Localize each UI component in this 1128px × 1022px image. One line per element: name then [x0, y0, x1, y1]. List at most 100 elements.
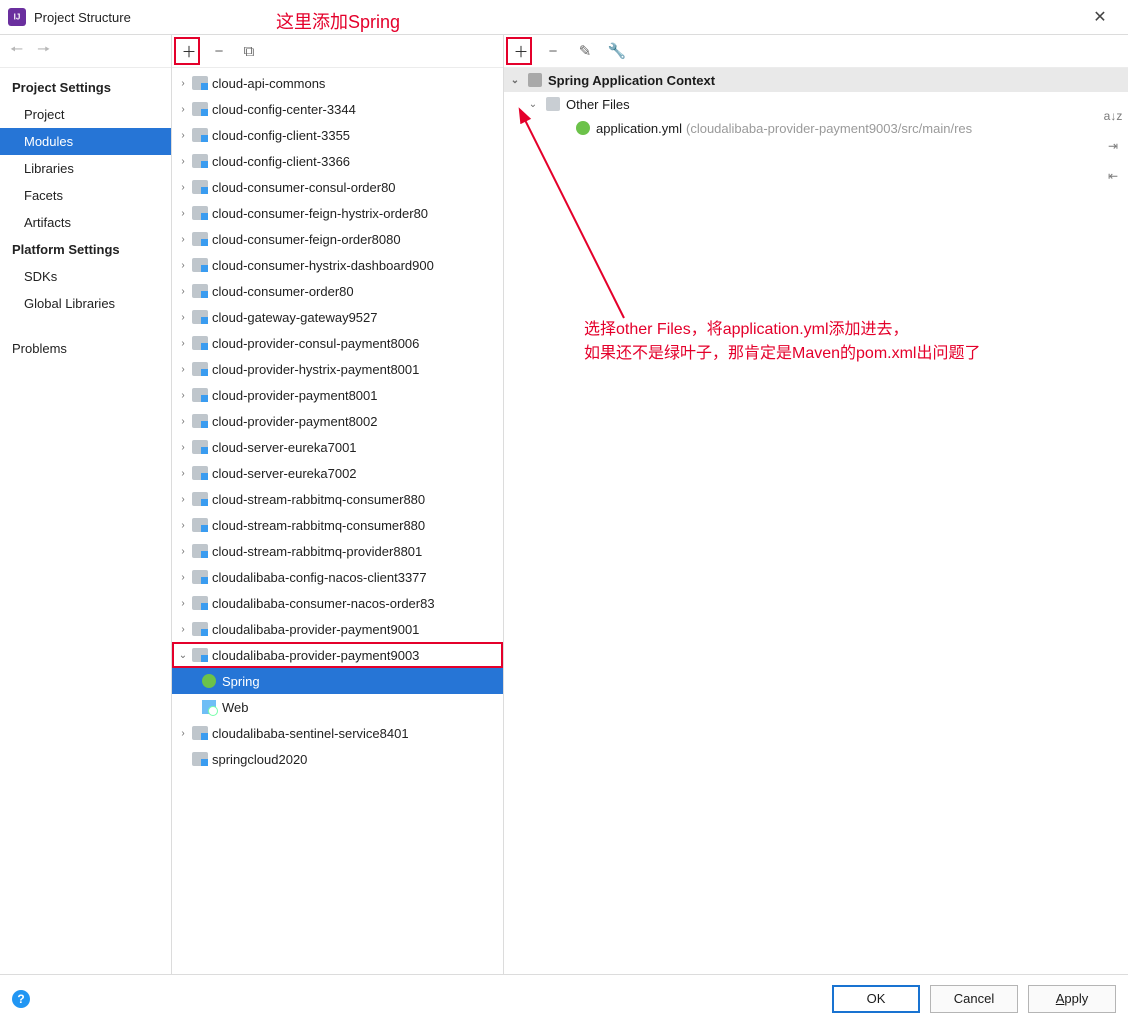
- chevron-right-icon[interactable]: ›: [176, 390, 190, 401]
- right-toolbar: ＋ − ✎ 🔧: [504, 35, 1128, 68]
- module-row[interactable]: ›cloud-config-center-3344: [172, 96, 503, 122]
- module-child-web[interactable]: Web: [172, 694, 503, 720]
- settings-icon[interactable]: 🔧: [606, 40, 628, 62]
- remove-context-button[interactable]: −: [542, 40, 564, 62]
- chevron-right-icon[interactable]: ›: [176, 156, 190, 167]
- files-icon: [546, 97, 560, 111]
- chevron-down-icon[interactable]: ⌄: [526, 99, 540, 110]
- sidebar-item-libraries[interactable]: Libraries: [0, 155, 171, 182]
- module-row[interactable]: ›cloud-server-eureka7002: [172, 460, 503, 486]
- chevron-right-icon[interactable]: ›: [176, 520, 190, 531]
- collapse-icon[interactable]: ⇥: [1104, 138, 1122, 154]
- chevron-right-icon[interactable]: ›: [176, 208, 190, 219]
- chevron-right-icon[interactable]: ›: [176, 338, 190, 349]
- sidebar-item-global-libraries[interactable]: Global Libraries: [0, 290, 171, 317]
- chevron-right-icon[interactable]: ›: [176, 598, 190, 609]
- module-folder-icon: [192, 362, 208, 376]
- ok-button[interactable]: OK: [832, 985, 920, 1013]
- chevron-right-icon[interactable]: ›: [176, 728, 190, 739]
- chevron-right-icon[interactable]: ›: [176, 234, 190, 245]
- apply-button[interactable]: Apply: [1028, 985, 1116, 1013]
- sidebar-item-project[interactable]: Project: [0, 101, 171, 128]
- module-row[interactable]: › cloudalibaba-config-nacos-client3377: [172, 564, 503, 590]
- module-row[interactable]: ›cloud-consumer-order80: [172, 278, 503, 304]
- file-row[interactable]: application.yml (cloudalibaba-provider-p…: [504, 116, 1128, 140]
- sidebar-item-modules[interactable]: Modules: [0, 128, 171, 155]
- sidebar-item-artifacts[interactable]: Artifacts: [0, 209, 171, 236]
- chevron-down-icon[interactable]: ⌄: [176, 650, 190, 661]
- module-row[interactable]: ›cloud-stream-rabbitmq-provider8801: [172, 538, 503, 564]
- chevron-down-icon[interactable]: ⌄: [508, 75, 522, 86]
- expand-icon[interactable]: ⇤: [1104, 168, 1122, 184]
- back-icon[interactable]: 🠔: [10, 39, 23, 64]
- other-files-row[interactable]: ⌄ Other Files: [504, 92, 1128, 116]
- chevron-right-icon[interactable]: ›: [176, 416, 190, 427]
- module-folder-icon: [192, 570, 208, 584]
- chevron-right-icon[interactable]: ›: [176, 468, 190, 479]
- chevron-right-icon[interactable]: ›: [176, 182, 190, 193]
- module-label: cloud-stream-rabbitmq-consumer880: [212, 518, 425, 533]
- chevron-right-icon[interactable]: ›: [176, 130, 190, 141]
- module-row[interactable]: ›cloud-gateway-gateway9527: [172, 304, 503, 330]
- chevron-right-icon[interactable]: ›: [176, 572, 190, 583]
- module-row[interactable]: ›cloud-consumer-feign-order8080: [172, 226, 503, 252]
- module-row[interactable]: › cloud-stream-rabbitmq-consumer880: [172, 486, 503, 512]
- module-row[interactable]: ›cloud-api-commons: [172, 70, 503, 96]
- module-row[interactable]: ›cloudalibaba-sentinel-service8401: [172, 720, 503, 746]
- chevron-right-icon[interactable]: ›: [176, 624, 190, 635]
- module-folder-icon: [192, 284, 208, 298]
- module-folder-icon: [192, 544, 208, 558]
- module-label: Web: [222, 700, 249, 715]
- module-label: cloudalibaba-config-nacos-client3377: [212, 570, 427, 585]
- left-sidebar: 🠔 🠖 Project Settings Project Modules Lib…: [0, 35, 172, 974]
- context-header[interactable]: ⌄ Spring Application Context: [504, 68, 1128, 92]
- chevron-right-icon[interactable]: ›: [176, 442, 190, 453]
- add-context-button[interactable]: ＋: [510, 40, 532, 62]
- module-folder-icon: [192, 154, 208, 168]
- add-module-button[interactable]: ＋: [178, 40, 200, 62]
- edit-context-button[interactable]: ✎: [574, 40, 596, 62]
- chevron-right-icon[interactable]: ›: [176, 312, 190, 323]
- module-row[interactable]: ›cloudalibaba-provider-payment9001: [172, 616, 503, 642]
- module-child-spring[interactable]: Spring: [172, 668, 503, 694]
- module-row[interactable]: ›cloud-config-client-3355: [172, 122, 503, 148]
- web-globe-icon: [202, 700, 216, 714]
- module-row[interactable]: ›cloudalibaba-consumer-nacos-order83: [172, 590, 503, 616]
- module-row[interactable]: ›cloud-consumer-hystrix-dashboard900: [172, 252, 503, 278]
- module-row[interactable]: › cloud-stream-rabbitmq-consumer880: [172, 512, 503, 538]
- forward-icon[interactable]: 🠖: [37, 39, 50, 64]
- module-label: cloud-provider-payment8002: [212, 414, 377, 429]
- module-row[interactable]: ›cloud-provider-payment8001: [172, 382, 503, 408]
- module-folder-icon: [192, 388, 208, 402]
- sort-az-icon[interactable]: a↓z: [1104, 108, 1122, 124]
- sidebar-item-sdks[interactable]: SDKs: [0, 263, 171, 290]
- module-row[interactable]: ›cloud-consumer-feign-hystrix-order80: [172, 200, 503, 226]
- close-button[interactable]: ✕: [1080, 7, 1120, 27]
- module-label: cloud-provider-hystrix-payment8001: [212, 362, 419, 377]
- cancel-button[interactable]: Cancel: [930, 985, 1018, 1013]
- chevron-right-icon[interactable]: ›: [176, 546, 190, 557]
- module-row[interactable]: springcloud2020: [172, 746, 503, 772]
- help-button[interactable]: ?: [12, 990, 30, 1008]
- module-folder-icon: [192, 310, 208, 324]
- module-row[interactable]: › cloud-provider-hystrix-payment8001: [172, 356, 503, 382]
- chevron-right-icon[interactable]: ›: [176, 364, 190, 375]
- copy-module-button[interactable]: ⧉: [238, 40, 260, 62]
- chevron-right-icon[interactable]: ›: [176, 286, 190, 297]
- chevron-right-icon[interactable]: ›: [176, 78, 190, 89]
- module-row[interactable]: ›cloud-server-eureka7001: [172, 434, 503, 460]
- remove-module-button[interactable]: −: [208, 40, 230, 62]
- chevron-right-icon[interactable]: ›: [176, 260, 190, 271]
- chevron-right-icon[interactable]: ›: [176, 104, 190, 115]
- module-row-expanded[interactable]: ⌄cloudalibaba-provider-payment9003: [172, 642, 503, 668]
- modules-panel: ＋ − ⧉ ›cloud-api-commons›cloud-config-ce…: [172, 35, 504, 974]
- module-row[interactable]: ›cloud-config-client-3366: [172, 148, 503, 174]
- sidebar-item-problems[interactable]: Problems: [0, 335, 171, 362]
- module-row[interactable]: › cloud-provider-payment8002: [172, 408, 503, 434]
- module-row[interactable]: ›cloud-provider-consul-payment8006: [172, 330, 503, 356]
- module-list[interactable]: ›cloud-api-commons›cloud-config-center-3…: [172, 68, 503, 974]
- module-row[interactable]: ›cloud-consumer-consul-order80: [172, 174, 503, 200]
- module-label: cloud-stream-rabbitmq-consumer880: [212, 492, 425, 507]
- chevron-right-icon[interactable]: ›: [176, 494, 190, 505]
- sidebar-item-facets[interactable]: Facets: [0, 182, 171, 209]
